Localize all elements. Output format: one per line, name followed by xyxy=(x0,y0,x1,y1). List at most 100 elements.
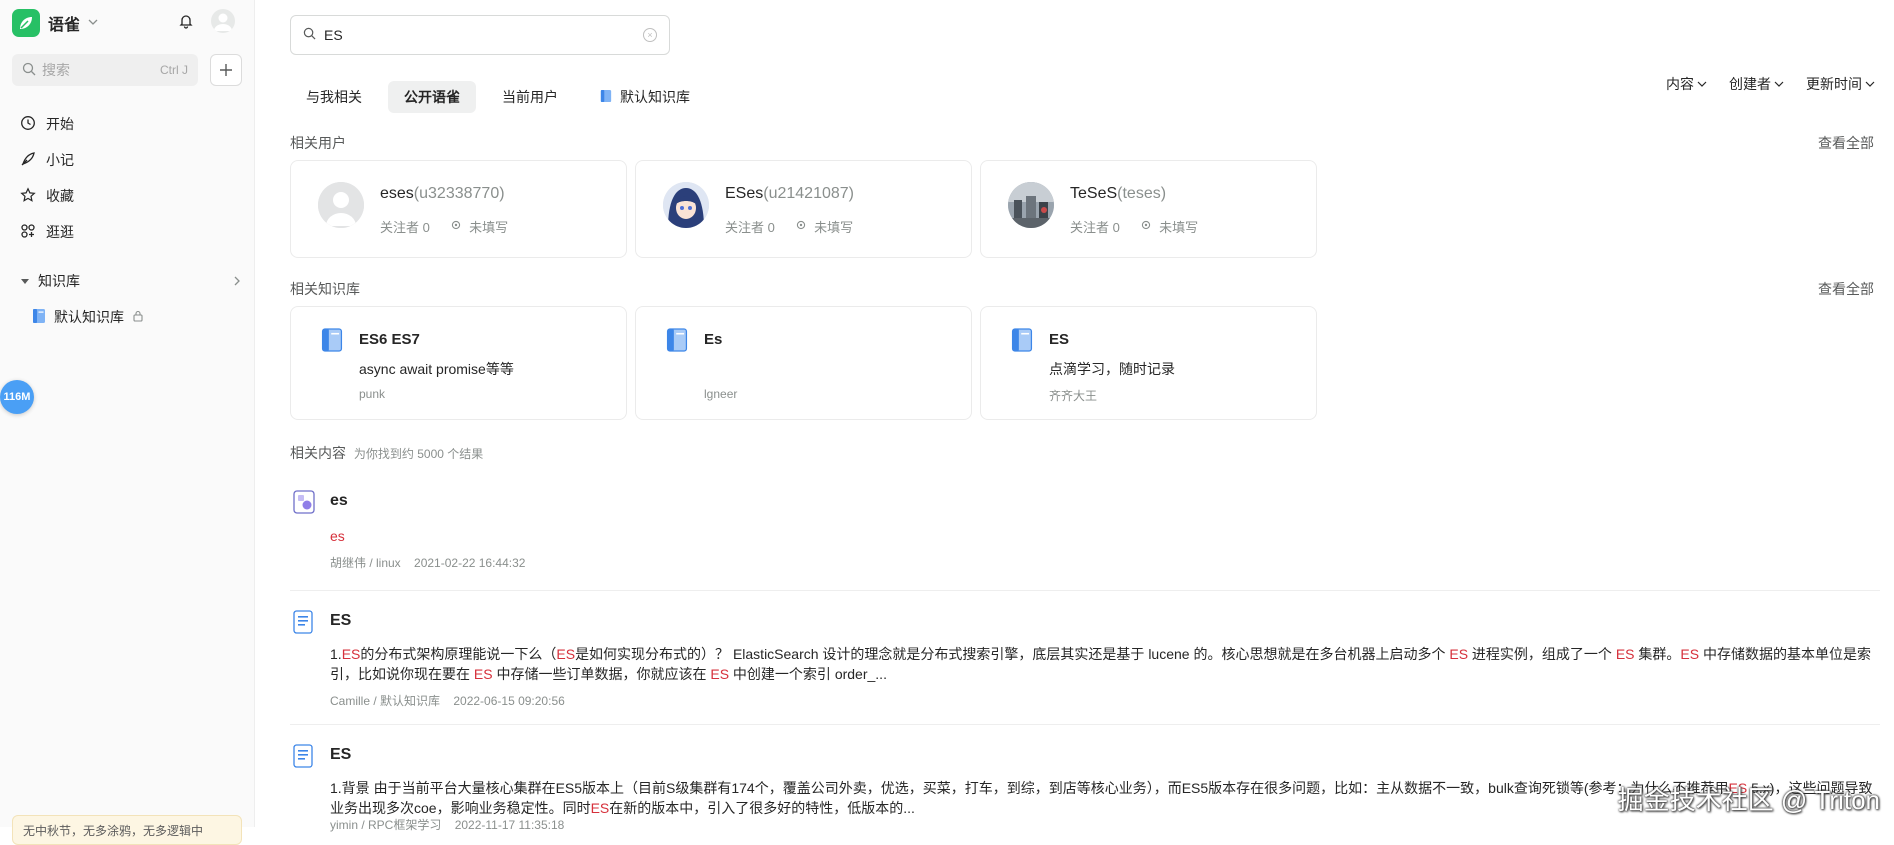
result-time: 2022-11-17 11:35:18 xyxy=(454,818,565,832)
brand-name: 语雀 xyxy=(48,17,81,34)
user-login: (u32338770) xyxy=(413,185,505,202)
kb-owner: lgneer xyxy=(704,387,738,401)
user-location-text: 未填写 xyxy=(814,220,854,235)
filter-creator[interactable]: 创建者 xyxy=(1729,74,1784,94)
search-icon xyxy=(303,27,316,43)
user-card[interactable]: ESes(u21421087) 关注者 0 未填写 xyxy=(635,160,972,258)
tab-public-yuque[interactable]: 公开语雀 xyxy=(388,81,476,113)
result-title[interactable]: ES xyxy=(330,612,351,630)
memory-badge[interactable]: 116M xyxy=(0,380,34,414)
user-meta: 关注者 0 未填写 xyxy=(1070,217,1198,236)
sidebar-search-input[interactable]: 搜索 Ctrl J xyxy=(12,54,198,86)
star-icon xyxy=(20,186,36,206)
document-icon xyxy=(293,610,313,639)
search-input[interactable]: ES × xyxy=(290,15,670,55)
kb-card[interactable]: Es lgneer xyxy=(635,306,972,420)
chevron-down-icon xyxy=(1697,81,1707,87)
result-count: 为你找到约 5000 个结果 xyxy=(353,447,484,461)
tab-label: 当前用户 xyxy=(502,89,558,105)
user-location: 未填写 xyxy=(1140,217,1198,236)
user-location-text: 未填写 xyxy=(1159,220,1199,235)
user-name: ESes(u21421087) xyxy=(725,185,854,203)
kbs-view-all-link[interactable]: 查看全部 xyxy=(1818,279,1874,299)
kb-card[interactable]: ES6 ES7 async await promise等等 punk xyxy=(290,306,627,420)
sidebar-item-explore[interactable]: 逛逛 xyxy=(12,214,242,250)
location-icon xyxy=(1141,220,1150,230)
chevron-right-icon[interactable] xyxy=(232,273,242,289)
snippet-text: 1. xyxy=(330,646,342,662)
user-location: 未填写 xyxy=(450,217,508,236)
result-meta: yimin / RPC框架学习 2022-11-17 11:35:18 xyxy=(330,816,564,833)
divider xyxy=(290,724,1880,725)
kb-title: ES xyxy=(1049,331,1070,348)
kb-title: ES6 ES7 xyxy=(359,331,420,348)
search-result[interactable]: es es 胡继伟 / linux 2021-02-22 16:44:32 xyxy=(290,490,1880,580)
content-section-title: 相关内容 xyxy=(290,445,346,461)
user-avatar xyxy=(1008,182,1054,228)
snippet-text: 在新的版本中，引入了很多好的特性，低版本的... xyxy=(609,800,915,816)
book-icon xyxy=(1011,327,1033,358)
result-snippet: es xyxy=(330,526,1880,546)
divider xyxy=(290,590,1880,591)
user-location: 未填写 xyxy=(795,217,853,236)
result-title[interactable]: ES xyxy=(330,746,351,764)
search-result[interactable]: ES 1.ES的分布式架构原理能说一下么（ES是如何实现分布式的）？ Elast… xyxy=(290,610,1880,710)
highlight: ES xyxy=(710,666,730,682)
sidebar-nav: 开始 小记 收藏 逛逛 xyxy=(12,106,242,250)
user-followers: 关注者 0 xyxy=(725,220,775,235)
location-icon xyxy=(451,220,460,230)
user-login: (u21421087) xyxy=(763,185,854,202)
sidebar-item-favorites[interactable]: 收藏 xyxy=(12,178,242,214)
sidebar-item-notes[interactable]: 小记 xyxy=(12,142,242,178)
user-meta: 关注者 0 未填写 xyxy=(725,217,853,236)
highlight: ES xyxy=(556,646,576,662)
tab-current-user[interactable]: 当前用户 xyxy=(486,81,574,113)
filter-label: 更新时间 xyxy=(1806,76,1862,92)
highlight: ES xyxy=(1615,646,1635,662)
main-content: ES × 与我相关 公开语雀 当前用户 默认知识库 内容 创建者 更新时间 相关… xyxy=(290,0,1880,832)
user-nickname: TeSeS xyxy=(1070,185,1118,202)
result-path[interactable]: 胡继伟 / linux xyxy=(330,556,401,570)
result-path[interactable]: Camille / 默认知识库 xyxy=(330,694,440,708)
user-nickname: ESes xyxy=(725,185,764,202)
book-icon xyxy=(321,327,343,358)
sidebar-item-start[interactable]: 开始 xyxy=(12,106,242,142)
lock-icon xyxy=(132,309,144,325)
sidebar-kb-section[interactable]: 知识库 xyxy=(12,266,242,296)
sidebar-notice[interactable]: 无中秋节，无多涂鸦，无多逻辑中 xyxy=(12,815,242,845)
tab-related-to-me[interactable]: 与我相关 xyxy=(290,81,378,113)
highlight: ES xyxy=(1680,646,1700,662)
result-meta: Camille / 默认知识库 2022-06-15 09:20:56 xyxy=(330,692,565,709)
user-card[interactable]: eses(u32338770) 关注者 0 未填写 xyxy=(290,160,627,258)
user-name: eses(u32338770) xyxy=(380,185,505,203)
result-path[interactable]: yimin / RPC框架学习 xyxy=(330,818,441,832)
users-view-all-link[interactable]: 查看全部 xyxy=(1818,133,1874,153)
bell-icon[interactable] xyxy=(178,13,194,34)
sidebar-item-label: 收藏 xyxy=(46,188,74,204)
result-title[interactable]: es xyxy=(330,492,348,510)
sidebar-kb-item-default[interactable]: 默认知识库 xyxy=(32,307,144,327)
filter-content[interactable]: 内容 xyxy=(1666,74,1707,94)
kb-owner: punk xyxy=(359,387,386,401)
filter-bar: 内容 创建者 更新时间 xyxy=(1666,74,1875,94)
clear-icon[interactable]: × xyxy=(643,28,657,42)
user-location-text: 未填写 xyxy=(469,220,509,235)
kb-section-label: 知识库 xyxy=(38,273,80,289)
search-shortcut: Ctrl J xyxy=(160,63,188,77)
kb-owner: 齐齐大王 xyxy=(1049,389,1098,403)
sidebar: 语雀 搜索 Ctrl J 开始 小记 收藏 逛逛 知识库 默认知识库 无中秋节，… xyxy=(0,0,255,845)
add-button[interactable] xyxy=(210,54,242,86)
kb-item-label: 默认知识库 xyxy=(54,309,124,325)
user-avatar xyxy=(663,182,709,228)
caret-down-icon xyxy=(20,273,30,289)
sidebar-item-label: 开始 xyxy=(46,116,74,132)
user-avatar[interactable] xyxy=(211,9,235,33)
user-name: TeSeS(teses) xyxy=(1070,185,1166,203)
kb-card[interactable]: ES 点滴学习，随时记录 齐齐大王 xyxy=(980,306,1317,420)
brand-switcher[interactable]: 语雀 xyxy=(12,9,98,37)
snippet-text: 中存储一些订单数据，你就应该在 xyxy=(492,666,711,682)
filter-updated-time[interactable]: 更新时间 xyxy=(1806,74,1875,94)
tab-default-kb[interactable]: 默认知识库 xyxy=(584,81,706,113)
search-placeholder: 搜索 xyxy=(42,62,70,78)
user-card[interactable]: TeSeS(teses) 关注者 0 未填写 xyxy=(980,160,1317,258)
